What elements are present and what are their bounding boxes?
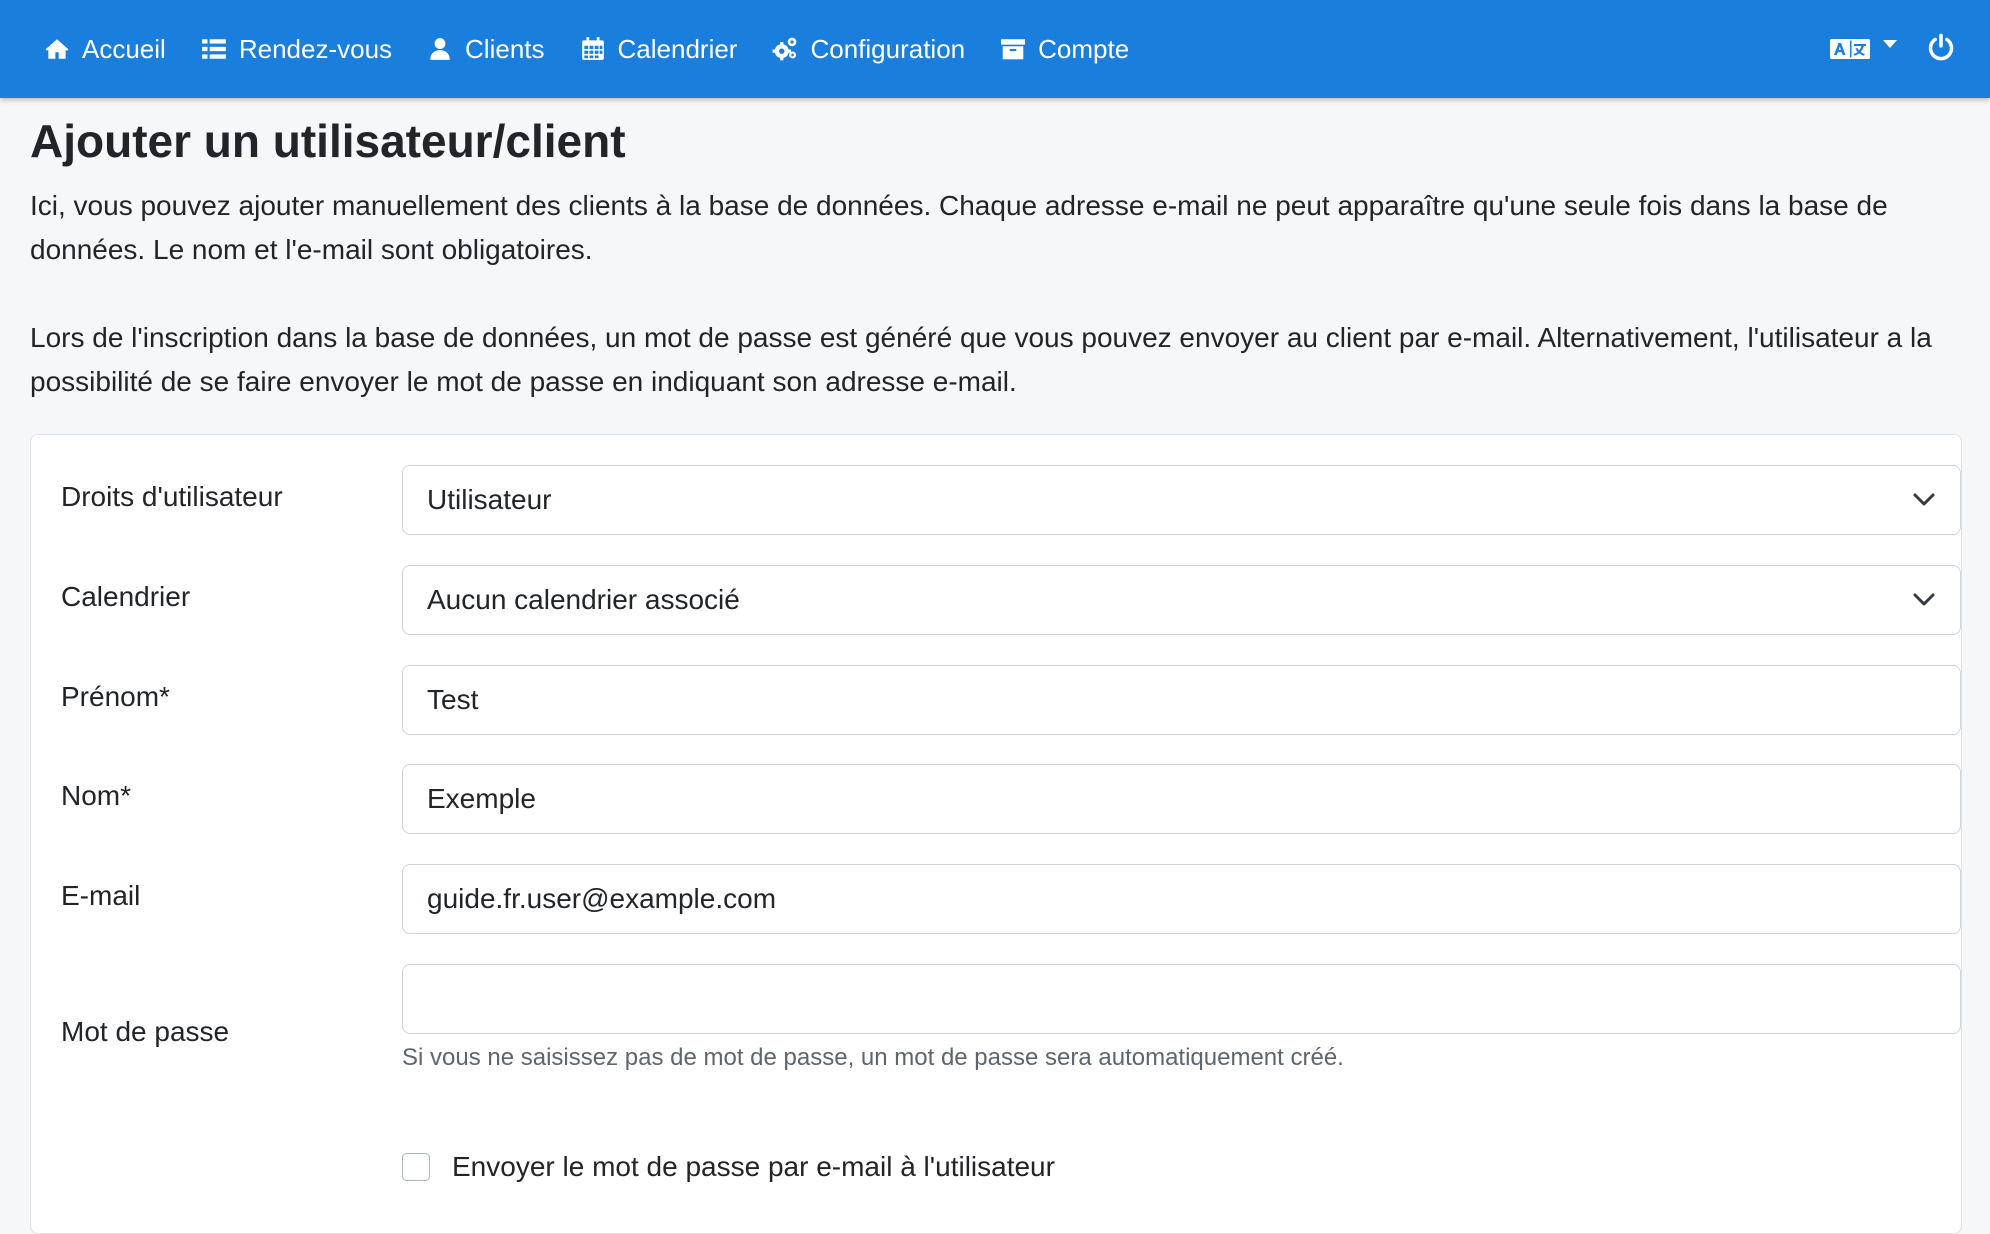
archive-icon [1000,36,1026,62]
nav-label: Clients [465,33,545,64]
nav-item-calendrier[interactable]: Calendrier [580,33,738,65]
nav-item-compte[interactable]: Compte [1000,34,1129,65]
intro-paragraph-2: Lors de l'inscription dans la base de do… [30,322,1932,398]
user-form-card: Droits d'utilisateur Utilisateur Calendr… [30,434,1962,1234]
password-label: Mot de passe [61,1016,230,1047]
list-icon [201,36,227,62]
firstname-value: Test [427,684,479,715]
logout-button[interactable] [1927,33,1955,66]
send-password-row: Envoyer le mot de passe par e-mail à l'u… [402,1151,1055,1183]
page-title: Ajouter un utilisateur/client [30,115,626,167]
calendar-icon [580,36,606,62]
calendar-select[interactable]: Aucun calendrier associé [402,565,1961,635]
home-icon [44,36,70,62]
power-icon [1927,33,1955,66]
language-icon [1829,37,1871,61]
lastname-label: Nom* [61,780,132,811]
nav-item-configuration[interactable]: Configuration [772,34,965,65]
nav-item-rendez-vous[interactable]: Rendez-vous [201,34,392,65]
nav-label: Configuration [810,33,966,64]
language-dropdown[interactable] [1829,37,1897,61]
top-navbar: Accueil Rendez-vous Clients Calendrier C… [0,0,1990,98]
chevron-down-icon [1913,593,1935,606]
lastname-input[interactable]: Exemple [402,764,1961,834]
intro-paragraph-1: Ici, vous pouvez ajouter manuellement de… [30,190,1888,266]
nav-label: Compte [1038,33,1130,64]
rights-select-value: Utilisateur [427,484,552,515]
email-input[interactable]: guide.fr.user@example.com [402,864,1961,934]
rights-select[interactable]: Utilisateur [402,465,1961,535]
nav-item-accueil[interactable]: Accueil [44,34,166,65]
firstname-label: Prénom* [61,681,170,712]
calendar-label: Calendrier [61,581,191,612]
main-nav: Accueil Rendez-vous Clients Calendrier C… [44,34,1129,65]
send-password-label[interactable]: Envoyer le mot de passe par e-mail à l'u… [452,1151,1055,1183]
chevron-down-icon [1913,493,1935,506]
user-icon [427,36,453,62]
chevron-down-icon [1883,40,1897,48]
nav-label: Accueil [82,33,166,64]
send-password-checkbox[interactable] [402,1153,430,1181]
email-value: guide.fr.user@example.com [427,883,777,914]
nav-item-clients[interactable]: Clients [427,33,545,65]
firstname-input[interactable]: Test [402,665,1961,735]
cogs-icon [772,36,798,62]
password-input[interactable] [402,964,1961,1034]
nav-right [1829,33,1955,66]
lastname-value: Exemple [427,783,536,814]
rights-label: Droits d'utilisateur [61,481,283,512]
email-label: E-mail [61,880,141,911]
nav-label: Calendrier [617,33,738,64]
password-help-text: Si vous ne saisissez pas de mot de passe… [402,1044,1344,1071]
main-content: Ajouter un utilisateur/client Ici, vous … [30,98,1962,1234]
nav-label: Rendez-vous [238,33,393,64]
calendar-select-value: Aucun calendrier associé [427,584,740,615]
